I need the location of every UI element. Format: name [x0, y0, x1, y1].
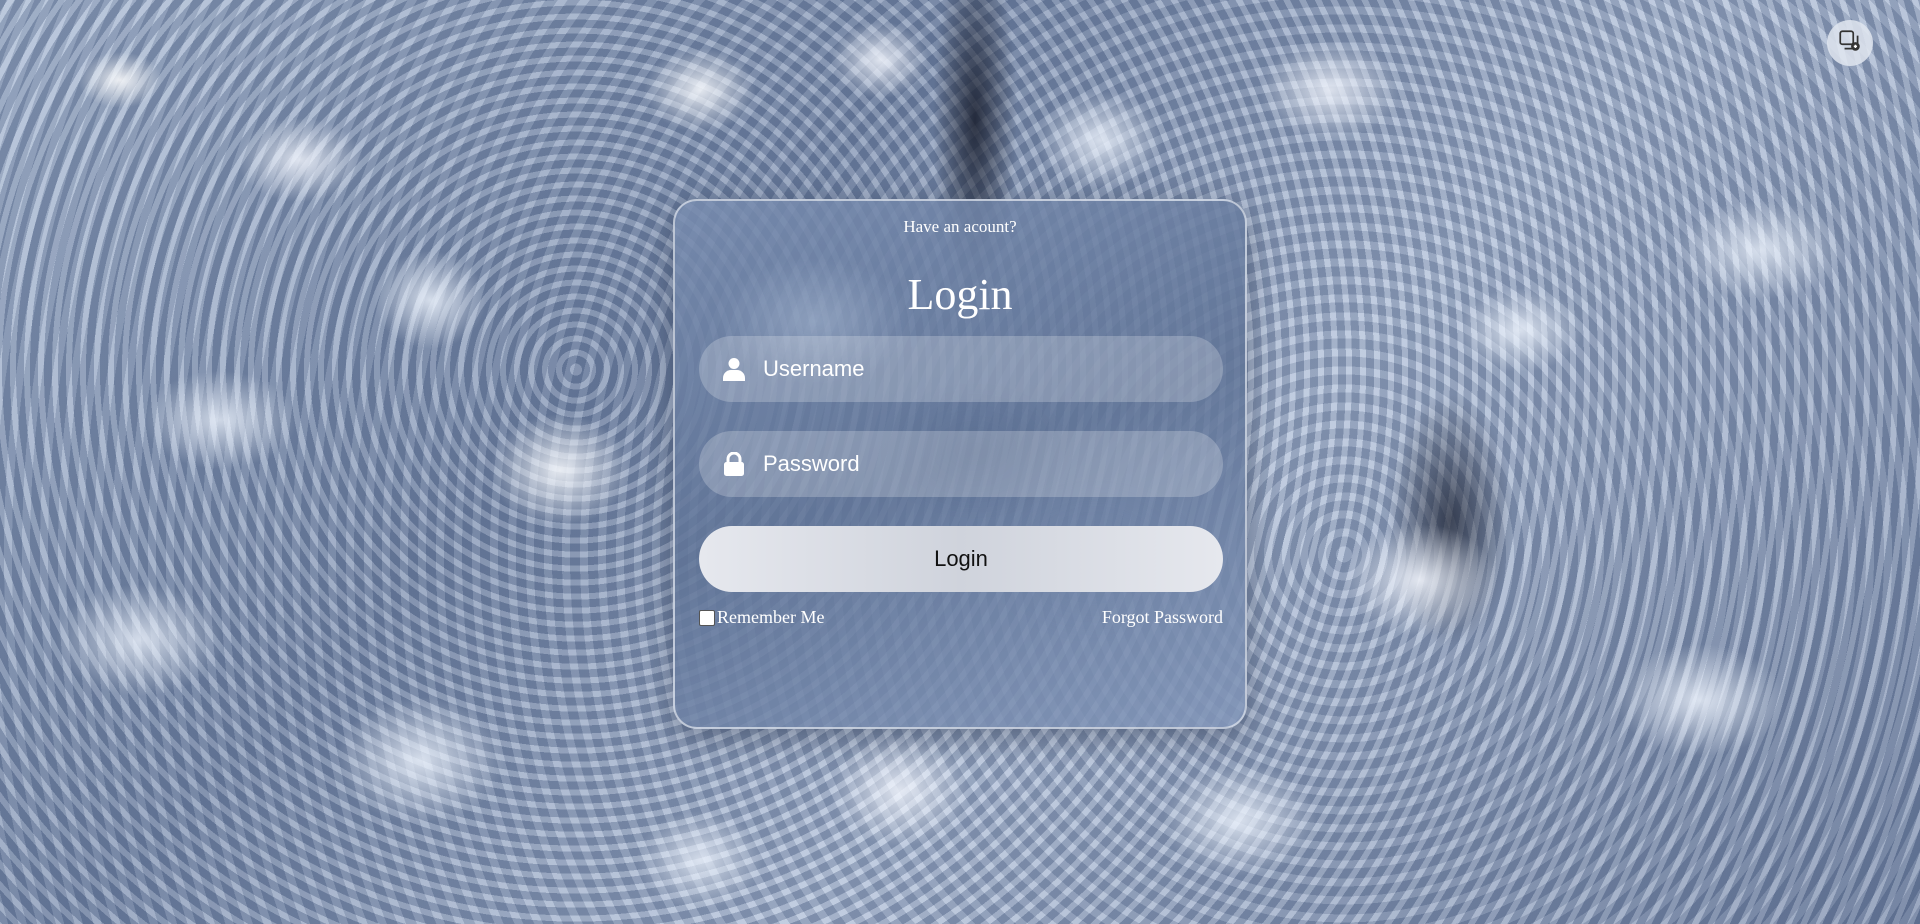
- username-input[interactable]: [763, 356, 1223, 382]
- lock-icon: [721, 451, 747, 477]
- username-field[interactable]: [699, 336, 1223, 402]
- have-account-link[interactable]: Have an acount?: [675, 217, 1245, 237]
- password-field[interactable]: [699, 431, 1223, 497]
- extension-button[interactable]: [1827, 20, 1873, 66]
- remember-label: Remember Me: [717, 607, 825, 627]
- login-title: Login: [907, 270, 1013, 319]
- copy-search-icon: [1837, 28, 1863, 59]
- forgot-password-link[interactable]: Forgot Password: [1102, 607, 1223, 628]
- login-button[interactable]: Login: [699, 526, 1223, 592]
- remember-me[interactable]: Remember Me: [699, 607, 824, 628]
- login-card: Have an acount? Login Login Remember Me …: [673, 199, 1247, 729]
- user-icon: [721, 356, 747, 382]
- remember-checkbox[interactable]: [699, 609, 715, 626]
- password-input[interactable]: [763, 451, 1223, 477]
- login-options: Remember Me Forgot Password: [699, 607, 1223, 628]
